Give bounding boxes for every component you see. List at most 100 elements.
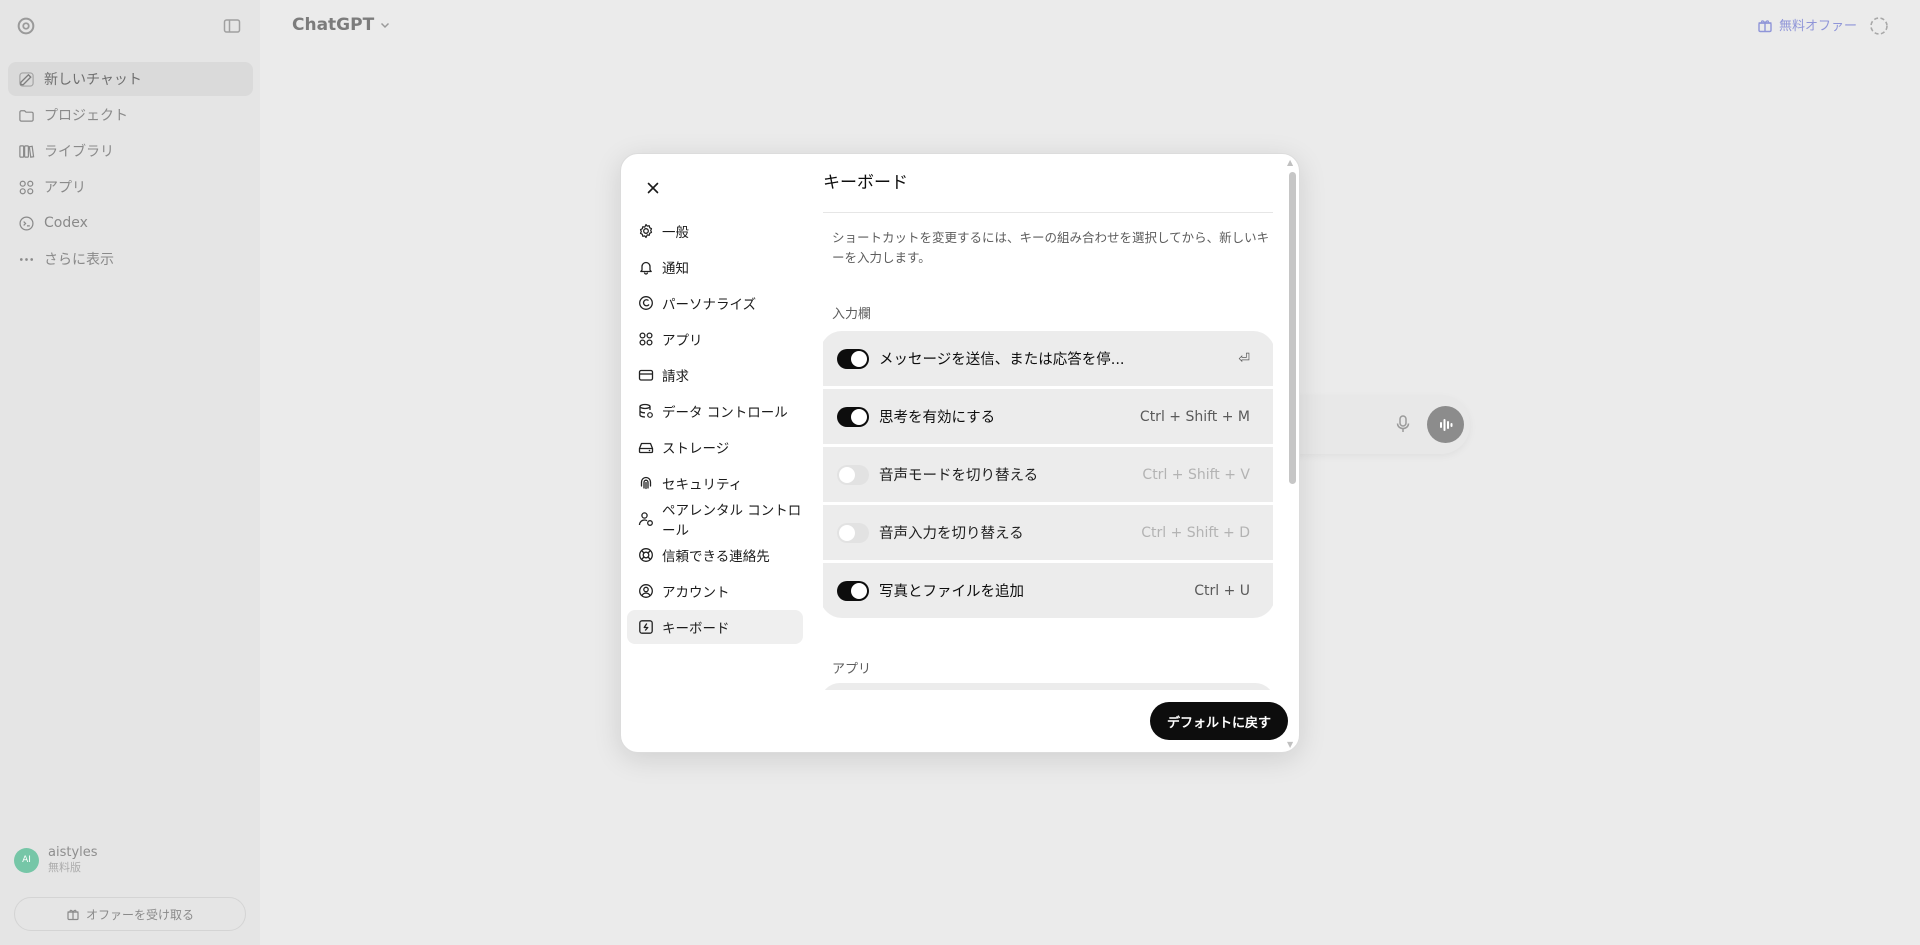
shortcut-keys[interactable]: ⏎	[1238, 351, 1250, 367]
scroll-down-icon[interactable]: ▼	[1287, 740, 1293, 749]
apps-icon	[639, 332, 653, 346]
shortcut-toggle[interactable]	[837, 406, 869, 427]
shortcut-toggle[interactable]	[837, 580, 869, 601]
gear-icon	[639, 223, 653, 239]
sidebar: 新しいチャット プロジェクト ライブラリ アプリ Codex さらに表示 AI …	[0, 0, 260, 945]
shortcut-label: 音声モードを切り替える	[879, 468, 1039, 484]
avatar: AI	[14, 847, 39, 873]
settings-tab-apps[interactable]: アプリ	[627, 322, 803, 356]
sidebar-item-codex[interactable]: Codex	[8, 206, 253, 240]
close-button[interactable]	[639, 174, 667, 202]
shortcut-label: メッセージを送信、または応答を停...	[879, 352, 1125, 368]
microphone-icon	[1394, 414, 1412, 434]
database-icon	[639, 403, 653, 418]
bell-icon	[640, 261, 652, 275]
sidebar-item-more[interactable]: さらに表示	[8, 242, 253, 276]
credit-card-icon	[638, 369, 654, 381]
shortcut-row[interactable]: 思考を有効にする Ctrl + Shift + M	[823, 389, 1273, 444]
scrollbar[interactable]	[1289, 172, 1296, 732]
shortcut-keys[interactable]: Ctrl + U	[1194, 583, 1250, 599]
divider	[823, 212, 1273, 213]
shortcut-row[interactable]: 音声入力を切り替える Ctrl + Shift + D	[823, 505, 1273, 560]
claim-offer-button[interactable]: オファーを受け取る	[14, 897, 246, 931]
sidebar-item-label: アプリ	[44, 180, 86, 196]
shortcut-row[interactable]: メッセージを送信、または応答を停... ⏎	[823, 331, 1273, 386]
personalize-icon	[639, 296, 653, 310]
shortcut-keys[interactable]: Ctrl + Shift + M	[1140, 409, 1250, 425]
sidebar-item-apps[interactable]: アプリ	[8, 170, 253, 204]
user-menu[interactable]: AI aistyles 無料版	[14, 845, 98, 875]
shortcut-keys[interactable]: Ctrl + Shift + D	[1141, 525, 1250, 541]
shortcut-label: 写真とファイルを追加	[879, 584, 1024, 600]
settings-nav: 一般 通知 パーソナライズ アプリ 請求 データ コントロール ストレージ セキ…	[627, 214, 803, 646]
user-plan: 無料版	[48, 861, 81, 874]
lifebuoy-icon	[639, 548, 653, 562]
settings-tab-trusted-contacts[interactable]: 信頼できる連絡先	[627, 538, 803, 572]
more-icon	[19, 257, 34, 261]
shortcut-label: 音声入力を切り替える	[879, 526, 1024, 542]
gift-icon	[67, 909, 79, 921]
settings-dialog: 一般 通知 パーソナライズ アプリ 請求 データ コントロール ストレージ セキ…	[620, 153, 1300, 753]
openai-logo-icon[interactable]	[14, 14, 38, 38]
free-offer-button[interactable]: 無料オファー	[1757, 15, 1857, 34]
model-name: ChatGPT	[292, 15, 375, 35]
settings-tab-general[interactable]: 一般	[627, 214, 803, 248]
account-icon	[639, 584, 653, 598]
settings-tab-label: アプリ	[662, 333, 703, 349]
sidebar-item-new-chat[interactable]: 新しいチャット	[8, 62, 253, 96]
sidebar-item-projects[interactable]: プロジェクト	[8, 98, 253, 132]
settings-tab-label: 一般	[662, 225, 689, 241]
model-selector[interactable]: ChatGPT	[292, 15, 392, 35]
shortcut-toggle[interactable]	[837, 522, 869, 543]
settings-tab-parental-controls[interactable]: ペアレンタル コントロール	[627, 502, 803, 539]
settings-tab-notifications[interactable]: 通知	[627, 250, 803, 284]
scrollbar-thumb[interactable]	[1289, 172, 1296, 484]
settings-tab-keyboard[interactable]: キーボード	[627, 610, 803, 644]
scroll-up-icon[interactable]: ▲	[1287, 158, 1293, 167]
apps-icon	[19, 180, 34, 194]
description: ショートカットを変更するには、キーの組み合わせを選択してから、新しいキーを入力し…	[832, 230, 1270, 265]
settings-tab-label: アカウント	[662, 585, 730, 601]
shortcut-label: 思考を有効にする	[879, 410, 996, 426]
keyboard-icon	[639, 620, 653, 634]
settings-tab-label: パーソナライズ	[662, 297, 757, 313]
shortcut-row	[823, 683, 1273, 690]
section-label-input: 入力欄	[832, 307, 872, 322]
section-label-apps: アプリ	[832, 662, 872, 677]
shortcut-row[interactable]: 写真とファイルを追加 Ctrl + U	[823, 563, 1273, 618]
settings-tab-label: セキュリティ	[662, 477, 743, 493]
shortcut-keys[interactable]: Ctrl + Shift + V	[1142, 467, 1250, 483]
gift-icon	[1758, 19, 1772, 32]
codex-icon	[19, 215, 34, 231]
page-title: キーボード	[823, 173, 908, 193]
chevron-down-icon	[381, 22, 390, 29]
sidebar-item-label: 新しいチャット	[44, 72, 142, 88]
storage-icon	[638, 442, 654, 454]
sidebar-toggle-icon[interactable]	[222, 16, 242, 36]
settings-tab-label: キーボード	[662, 621, 730, 637]
sidebar-item-library[interactable]: ライブラリ	[8, 134, 253, 168]
settings-tab-label: データ コントロール	[662, 405, 788, 421]
sidebar-nav: 新しいチャット プロジェクト ライブラリ アプリ Codex さらに表示	[8, 62, 253, 278]
settings-tab-billing[interactable]: 請求	[627, 358, 803, 392]
settings-tab-label: ストレージ	[662, 441, 730, 457]
close-icon	[647, 182, 659, 194]
settings-tab-label: 請求	[662, 369, 689, 385]
claim-offer-label: オファーを受け取る	[85, 907, 194, 922]
sidebar-item-label: ライブラリ	[44, 144, 114, 160]
voice-mode-icon	[1427, 406, 1464, 443]
shortcut-row[interactable]: 音声モードを切り替える Ctrl + Shift + V	[823, 447, 1273, 502]
reset-to-default-button[interactable]: デフォルトに戻す	[1150, 702, 1289, 740]
library-icon	[19, 144, 35, 158]
shortcut-toggle[interactable]	[837, 348, 869, 369]
sidebar-item-label: Codex	[44, 215, 88, 231]
settings-tab-account[interactable]: アカウント	[627, 574, 803, 608]
settings-tab-personalization[interactable]: パーソナライズ	[627, 286, 803, 320]
settings-tab-security[interactable]: セキュリティ	[627, 466, 803, 500]
folder-icon	[19, 109, 34, 122]
settings-tab-data-controls[interactable]: データ コントロール	[627, 394, 803, 428]
shortcut-toggle[interactable]	[837, 464, 869, 485]
sidebar-item-label: さらに表示	[44, 252, 114, 268]
temporary-chat-icon[interactable]	[1868, 15, 1890, 37]
settings-tab-storage[interactable]: ストレージ	[627, 430, 803, 464]
